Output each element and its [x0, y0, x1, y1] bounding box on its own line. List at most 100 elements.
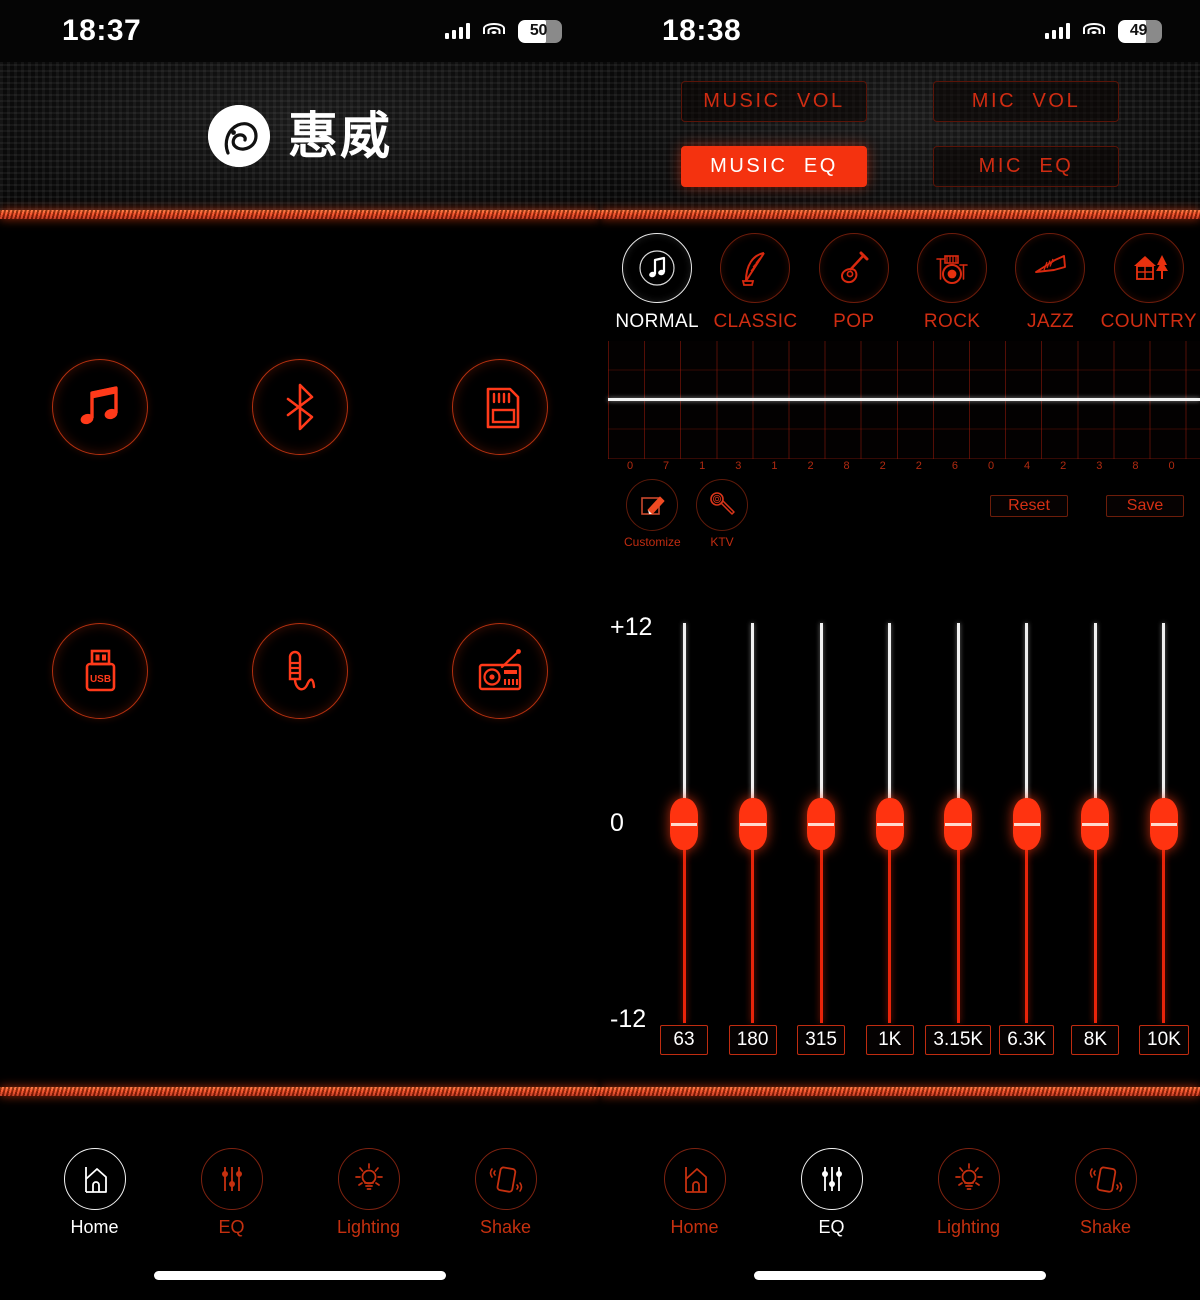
preset-country[interactable]: COUNTRY: [1100, 233, 1198, 333]
tab-shake[interactable]: Shake: [1051, 1148, 1161, 1238]
preset-classic[interactable]: CLASSIC: [706, 233, 804, 333]
preset-label: ROCK: [923, 311, 981, 332]
tab-shake[interactable]: Shake: [451, 1148, 561, 1238]
slider-track-upper: [956, 623, 960, 813]
preset-label: COUNTRY: [1100, 311, 1197, 332]
battery-icon: 49: [1118, 19, 1162, 43]
ktv-button[interactable]: KTV: [696, 479, 748, 549]
music-vol-button[interactable]: MUSIC VOL: [681, 81, 867, 122]
tool-label: Customize: [624, 535, 681, 549]
slider-track-lower: [956, 845, 960, 1023]
equalizer-icon: [200, 1148, 263, 1210]
slider-thumb-line: [1150, 822, 1177, 826]
left-phone-panel: 18:37 50 惠威 USB Home EQ Lighting Shake: [0, 0, 600, 1300]
eq-slider-lane[interactable]: 3.15K: [925, 617, 992, 1067]
eq-graph-tick: 0: [987, 460, 995, 472]
band-frequency-label[interactable]: 10K: [1139, 1025, 1189, 1055]
mic-vol-button[interactable]: MIC VOL: [933, 81, 1119, 122]
slider-thumb[interactable]: [807, 798, 836, 850]
lightbulb-icon: [937, 1148, 1000, 1210]
eq-graph-tick: 7: [663, 460, 670, 472]
home-indicator-left[interactable]: [154, 1271, 446, 1280]
brand-header: 惠威: [0, 62, 600, 210]
tab-eq[interactable]: EQ: [777, 1148, 887, 1238]
tab-lighting[interactable]: Lighting: [314, 1148, 424, 1238]
home-icon: [663, 1148, 726, 1210]
slider-thumb[interactable]: [1149, 798, 1178, 850]
dual-screenshot-canvas: 18:37 50 惠威 USB Home EQ Lighting Shake 1…: [0, 0, 1200, 1300]
lightbulb-icon: [337, 1148, 400, 1210]
customize-button[interactable]: Customize: [624, 479, 681, 549]
house-tree-icon: [1113, 233, 1184, 303]
status-clock: 18:38: [662, 14, 742, 47]
band-frequency-label[interactable]: 6.3K: [999, 1025, 1055, 1055]
battery-icon: 50: [518, 19, 562, 43]
status-clock: 18:37: [62, 14, 142, 47]
tab-label: EQ: [218, 1217, 245, 1237]
eq-graph-tick: 8: [843, 460, 850, 472]
band-frequency-label[interactable]: 180: [728, 1025, 777, 1055]
cellular-signal-icon: [1045, 23, 1070, 39]
source-music-button[interactable]: [52, 359, 148, 455]
slider-thumb[interactable]: [1012, 798, 1041, 850]
tab-home[interactable]: Home: [40, 1148, 150, 1238]
source-sdcard-button[interactable]: [452, 359, 548, 455]
preset-row: NORMAL CLASSIC POP ROCK JAZZ COUNTRY: [600, 233, 1200, 333]
band-frequency-label[interactable]: 63: [660, 1025, 708, 1055]
slider-thumb[interactable]: [875, 798, 904, 850]
slider-track-upper: [1162, 623, 1166, 813]
bluetooth-icon: [272, 379, 328, 435]
slider-thumb-line: [876, 822, 903, 826]
tab-lighting[interactable]: Lighting: [914, 1148, 1024, 1238]
pencil-edit-icon: [626, 479, 679, 531]
slider-thumb[interactable]: [738, 798, 767, 850]
eq-graph-tick: 3: [735, 460, 742, 472]
eq-graph-tick-labels: 0 7 1 3 1 2 8 2 2 6 0 4 2 3 8 0: [608, 460, 1200, 478]
slider-track-upper: [751, 623, 755, 813]
slider-thumb[interactable]: [670, 798, 698, 850]
eq-slider-lane[interactable]: 315: [793, 617, 849, 1067]
band-frequency-label[interactable]: 3.15K: [925, 1025, 992, 1055]
tabbar-area-right: Home EQ Lighting Shake: [600, 1096, 1200, 1296]
source-grid: USB: [0, 359, 600, 719]
eq-slider-lane[interactable]: 10K: [1136, 617, 1192, 1067]
source-aux-button[interactable]: [252, 623, 348, 719]
mic-eq-button[interactable]: MIC EQ: [933, 146, 1119, 187]
eq-slider-area: +12 0 -12 63 180 315 1K 3.15K 6.3K 8K 10K: [600, 613, 1200, 1067]
slider-thumb[interactable]: [944, 798, 973, 850]
preset-pop[interactable]: POP: [805, 233, 903, 333]
reset-button[interactable]: Reset: [990, 495, 1068, 517]
tab-eq[interactable]: EQ: [177, 1148, 287, 1238]
radio-icon: [472, 643, 528, 699]
slider-thumb-line: [808, 822, 835, 826]
home-indicator-right[interactable]: [754, 1271, 1046, 1280]
harp-icon: [720, 233, 791, 303]
preset-label: CLASSIC: [713, 311, 798, 332]
eq-graph-tick: 2: [807, 460, 814, 472]
battery-level: 50: [529, 22, 548, 39]
eq-control-area: NORMAL CLASSIC POP ROCK JAZZ COUNTRY 0 7…: [600, 219, 1200, 1087]
slider-thumb-line: [1082, 822, 1109, 826]
preset-jazz[interactable]: JAZZ: [1001, 233, 1099, 333]
slider-thumb[interactable]: [1081, 798, 1110, 850]
eq-slider-lanes: 63 180 315 1K 3.15K 6.3K 8K 10K: [656, 617, 1192, 1067]
eq-slider-lane[interactable]: 8K: [1067, 617, 1123, 1067]
band-frequency-label[interactable]: 1K: [865, 1025, 914, 1055]
tabbar-area-left: Home EQ Lighting Shake: [0, 1096, 600, 1296]
music-eq-button[interactable]: MUSIC EQ: [681, 146, 867, 187]
preset-label: POP: [833, 311, 875, 332]
save-button[interactable]: Save: [1106, 495, 1184, 517]
eq-slider-lane[interactable]: 6.3K: [999, 617, 1055, 1067]
eq-slider-lane[interactable]: 180: [725, 617, 781, 1067]
eq-slider-lane[interactable]: 63: [656, 617, 712, 1067]
band-frequency-label[interactable]: 8K: [1071, 1025, 1120, 1055]
source-bluetooth-button[interactable]: [252, 359, 348, 455]
eq-slider-lane[interactable]: 1K: [862, 617, 918, 1067]
band-frequency-label[interactable]: 315: [797, 1025, 846, 1055]
preset-rock[interactable]: ROCK: [903, 233, 1001, 333]
source-usb-button[interactable]: USB: [52, 623, 148, 719]
preset-normal[interactable]: NORMAL: [608, 233, 706, 333]
tab-home[interactable]: Home: [640, 1148, 750, 1238]
source-radio-button[interactable]: [452, 623, 548, 719]
slider-thumb-line: [739, 822, 766, 826]
